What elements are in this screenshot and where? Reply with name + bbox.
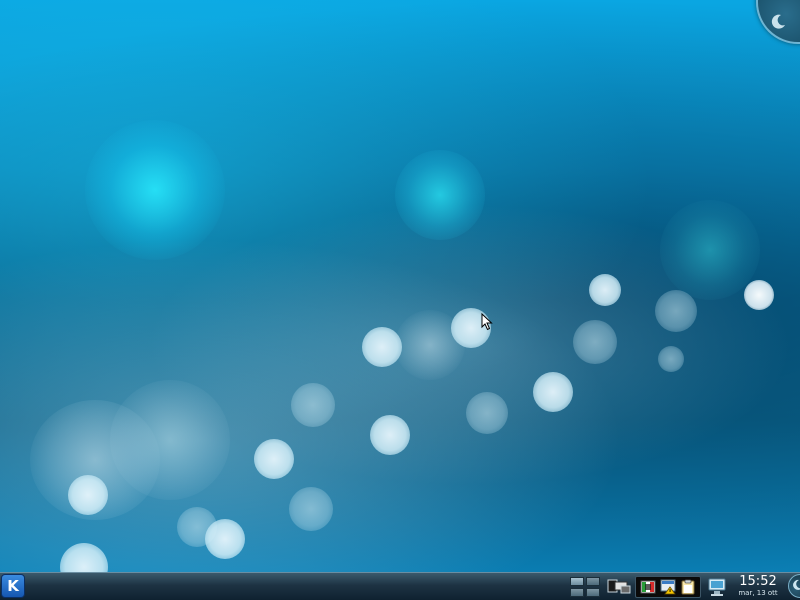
bokeh-orb [291, 383, 335, 427]
kde-logo-icon: K [7, 577, 19, 595]
wallpaper-glow [660, 200, 760, 300]
panel-toolbox-icon [791, 578, 800, 595]
bokeh-orb [533, 372, 573, 412]
plasma-toolbox-icon [768, 12, 788, 32]
wallpaper-glow [110, 380, 230, 500]
pager-desktop-4[interactable] [586, 588, 600, 597]
digital-clock[interactable]: 15:52 mar, 13 ott [730, 575, 786, 599]
bokeh-orb [744, 280, 774, 310]
bokeh-orb [573, 320, 617, 364]
desktop[interactable]: K 15:52 mar, 13 ott [0, 0, 800, 600]
bokeh-orb [362, 327, 402, 367]
bokeh-orb [205, 519, 245, 559]
bokeh-orb [254, 439, 294, 479]
clipboard-icon[interactable] [680, 579, 696, 595]
plasma-toolbox-button[interactable] [756, 0, 800, 44]
device-notifier-icon[interactable] [706, 576, 728, 598]
bokeh-orb [589, 274, 621, 306]
clock-time: 15:52 [739, 574, 777, 589]
bokeh-orb [68, 475, 108, 515]
system-tray [635, 576, 701, 598]
kmenu-button[interactable]: K [1, 574, 25, 598]
bokeh-orb [655, 290, 697, 332]
bokeh-orb [370, 415, 410, 455]
calendar-flag-icon[interactable] [640, 579, 656, 595]
bokeh-orb [289, 487, 333, 531]
pager-desktop-2[interactable] [586, 577, 600, 586]
wallpaper-glow [395, 150, 485, 240]
show-desktop-icon[interactable] [607, 578, 631, 596]
mouse-cursor-icon [481, 313, 493, 331]
desktop-pager[interactable] [570, 577, 600, 597]
clock-date: mar, 13 ott [738, 589, 778, 597]
wallpaper-glow [85, 120, 225, 260]
bottom-panel: K 15:52 mar, 13 ott [0, 572, 800, 600]
pager-desktop-3[interactable] [570, 588, 584, 597]
panel-toolbox-button[interactable] [788, 574, 800, 598]
warning-notification-icon[interactable] [660, 579, 676, 595]
bokeh-orb [658, 346, 684, 372]
bokeh-orb [466, 392, 508, 434]
pager-desktop-1[interactable] [570, 577, 584, 586]
